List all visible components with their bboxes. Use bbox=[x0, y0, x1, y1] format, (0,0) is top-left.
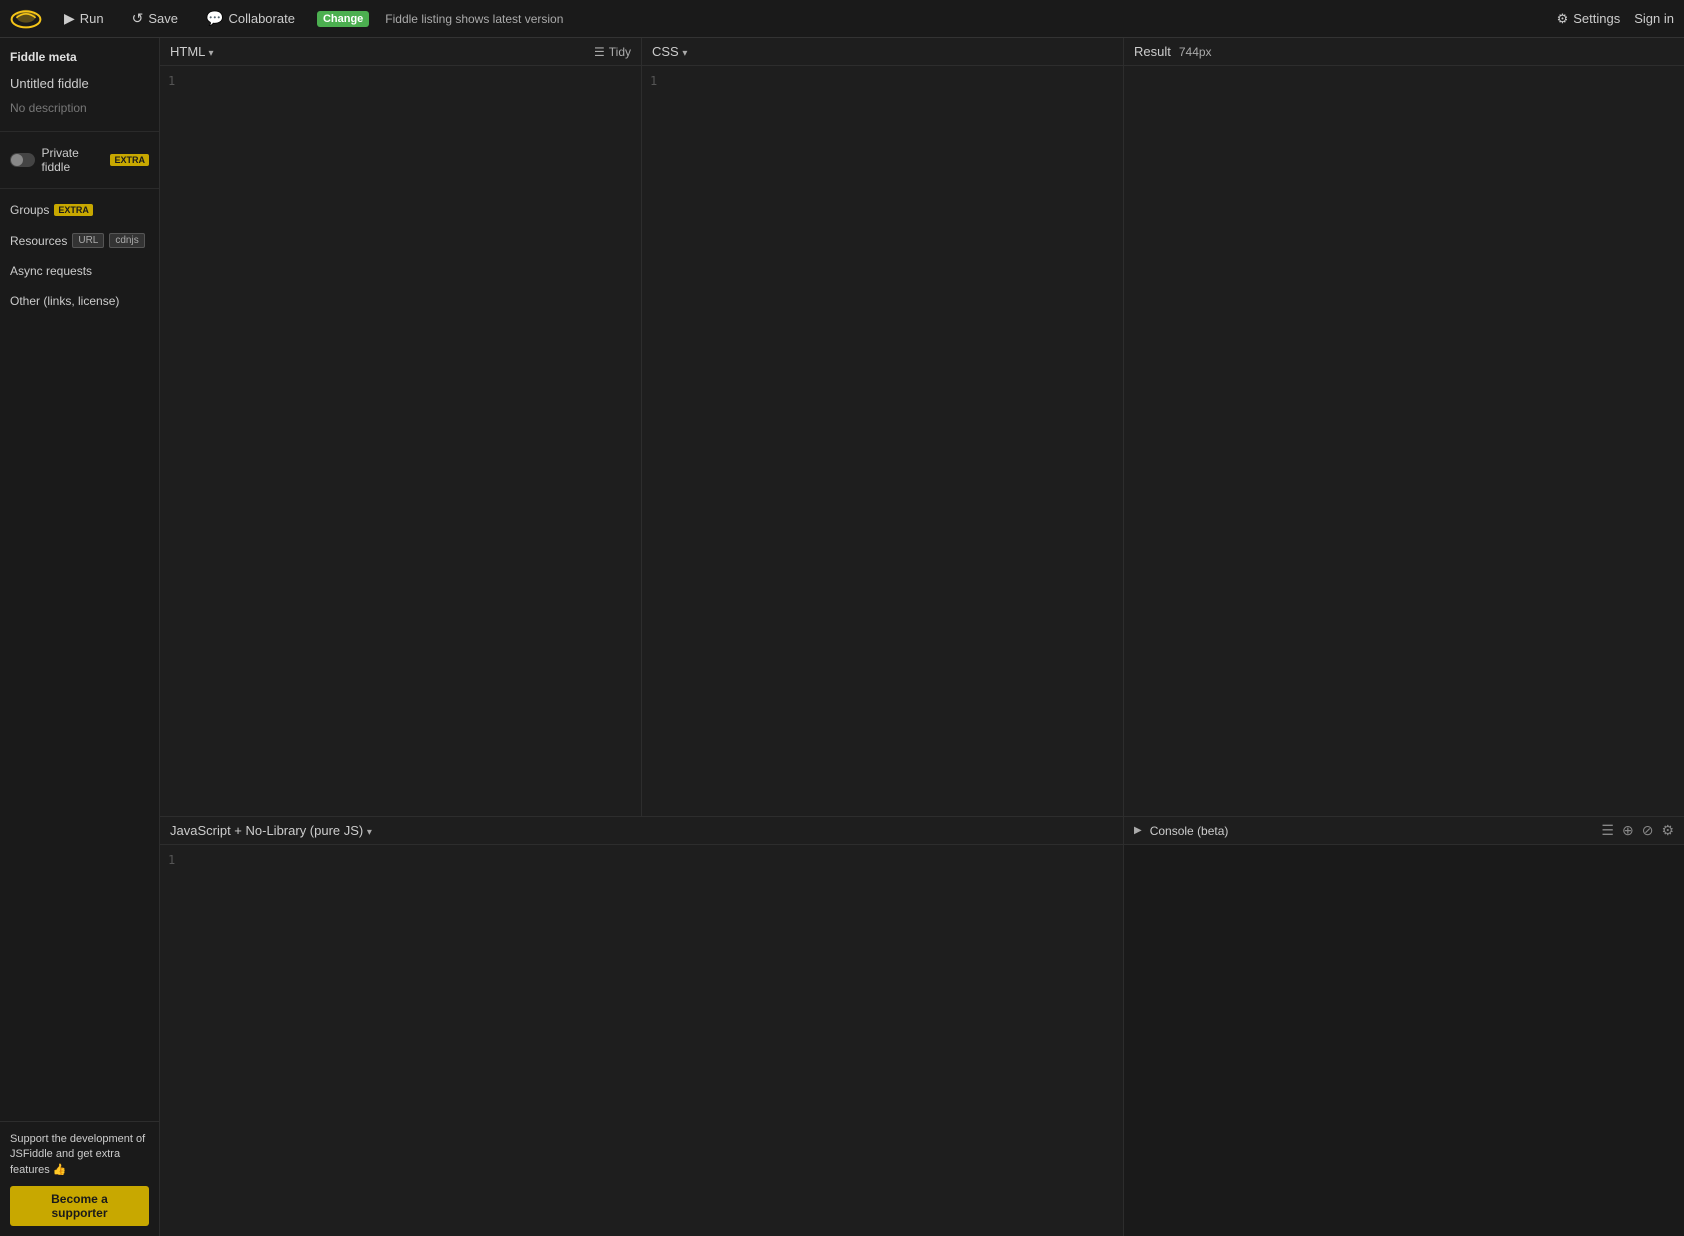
settings-button[interactable]: ⚙ Settings bbox=[1557, 11, 1621, 27]
content-area: HTML ▾ ☰ Tidy 1 CSS ▾ bbox=[160, 38, 1684, 1236]
html-panel-title[interactable]: HTML ▾ bbox=[170, 44, 214, 59]
top-navigation: ▶ Run ↺ Save 💬 Collaborate Change Fiddle… bbox=[0, 0, 1684, 38]
css-panel-header: CSS ▾ bbox=[642, 38, 1123, 66]
html-dropdown-arrow: ▾ bbox=[209, 48, 214, 59]
collaborate-icon: 💬 bbox=[206, 10, 223, 27]
result-content[interactable] bbox=[1124, 66, 1684, 816]
fiddle-title[interactable]: Untitled fiddle bbox=[0, 70, 159, 97]
change-badge: Change bbox=[317, 11, 369, 27]
sidebar-divider-1 bbox=[0, 131, 159, 132]
change-description: Fiddle listing shows latest version bbox=[385, 12, 563, 26]
js-line-number: 1 bbox=[168, 853, 175, 867]
bottom-panels: JavaScript + No-Library (pure JS) ▾ 1 ▶ … bbox=[160, 816, 1684, 1236]
collaborate-button[interactable]: 💬 Collaborate bbox=[200, 6, 301, 31]
css-panel: CSS ▾ 1 bbox=[642, 38, 1124, 816]
nav-right: ⚙ Settings Sign in bbox=[1557, 11, 1674, 27]
private-fiddle-label: Private fiddle bbox=[41, 146, 104, 174]
js-dropdown-arrow: ▾ bbox=[367, 827, 372, 838]
console-filter-icon[interactable]: ☰ bbox=[1601, 822, 1614, 839]
result-header: Result 744px bbox=[1124, 38, 1684, 66]
html-line-number: 1 bbox=[168, 74, 175, 88]
sidebar-async[interactable]: Async requests bbox=[0, 256, 159, 286]
result-title: Result bbox=[1134, 44, 1171, 59]
html-tidy-button[interactable]: ☰ Tidy bbox=[594, 45, 631, 59]
css-dropdown-arrow: ▾ bbox=[682, 48, 687, 59]
css-line-number: 1 bbox=[650, 74, 657, 88]
console-panel: ▶ Console (beta) ☰ ⊕ ⊘ ⚙ bbox=[1124, 817, 1684, 1236]
tidy-label: Tidy bbox=[609, 45, 631, 59]
run-button[interactable]: ▶ Run bbox=[58, 6, 110, 31]
console-content bbox=[1124, 845, 1684, 1236]
result-panel: Result 744px bbox=[1124, 38, 1684, 816]
settings-label: Settings bbox=[1573, 11, 1620, 26]
fiddle-meta-title: Fiddle meta bbox=[0, 38, 159, 70]
css-editor-content[interactable]: 1 bbox=[642, 66, 1123, 816]
private-fiddle-toggle[interactable] bbox=[10, 153, 35, 167]
save-button[interactable]: ↺ Save bbox=[126, 6, 184, 31]
async-label: Async requests bbox=[10, 264, 92, 278]
cdnjs-badge: cdnjs bbox=[109, 233, 144, 248]
sidebar-divider-2 bbox=[0, 188, 159, 189]
groups-extra-badge: EXTRA bbox=[54, 204, 93, 216]
save-icon: ↺ bbox=[132, 10, 144, 27]
settings-icon: ⚙ bbox=[1557, 11, 1569, 27]
js-editor-content[interactable]: 1 bbox=[160, 845, 1123, 1236]
sidebar-groups[interactable]: Groups EXTRA bbox=[0, 195, 159, 225]
private-fiddle-row: Private fiddle EXTRA bbox=[0, 138, 159, 182]
html-panel: HTML ▾ ☰ Tidy 1 bbox=[160, 38, 642, 816]
resources-label: Resources bbox=[10, 234, 67, 248]
console-copy-icon[interactable]: ⊕ bbox=[1622, 822, 1634, 839]
run-icon: ▶ bbox=[64, 10, 75, 27]
console-toggle-arrow[interactable]: ▶ bbox=[1134, 825, 1142, 836]
js-panel: JavaScript + No-Library (pure JS) ▾ 1 bbox=[160, 817, 1124, 1236]
console-icons: ☰ ⊕ ⊘ ⚙ bbox=[1601, 822, 1674, 839]
sidebar-resources[interactable]: Resources URL cdnjs bbox=[0, 225, 159, 256]
sidebar: Fiddle meta Untitled fiddle No descripti… bbox=[0, 38, 160, 1236]
groups-label: Groups bbox=[10, 203, 49, 217]
css-title-text: CSS bbox=[652, 44, 679, 59]
result-size: 744px bbox=[1179, 45, 1212, 59]
save-label: Save bbox=[148, 11, 178, 26]
js-panel-header: JavaScript + No-Library (pure JS) ▾ bbox=[160, 817, 1123, 845]
top-panels: HTML ▾ ☰ Tidy 1 CSS ▾ bbox=[160, 38, 1684, 816]
console-clear-icon[interactable]: ⊘ bbox=[1642, 822, 1654, 839]
js-title-text: JavaScript + No-Library (pure JS) bbox=[170, 823, 363, 838]
css-panel-title[interactable]: CSS ▾ bbox=[652, 44, 687, 59]
console-title: Console (beta) bbox=[1150, 824, 1229, 838]
html-title-text: HTML bbox=[170, 44, 205, 59]
url-badge: URL bbox=[72, 233, 104, 248]
tidy-lines-icon: ☰ bbox=[594, 45, 605, 59]
run-label: Run bbox=[80, 11, 104, 26]
signin-label: Sign in bbox=[1634, 11, 1674, 26]
private-extra-badge: EXTRA bbox=[110, 154, 149, 166]
logo[interactable] bbox=[10, 1, 42, 36]
console-settings-icon[interactable]: ⚙ bbox=[1661, 822, 1674, 839]
sidebar-other[interactable]: Other (links, license) bbox=[0, 286, 159, 316]
html-editor-content[interactable]: 1 bbox=[160, 66, 641, 816]
other-label: Other (links, license) bbox=[10, 294, 119, 308]
main-layout: Fiddle meta Untitled fiddle No descripti… bbox=[0, 38, 1684, 1236]
fiddle-description[interactable]: No description bbox=[0, 97, 159, 125]
js-panel-title[interactable]: JavaScript + No-Library (pure JS) ▾ bbox=[170, 823, 372, 838]
collaborate-label: Collaborate bbox=[228, 11, 295, 26]
signin-button[interactable]: Sign in bbox=[1634, 11, 1674, 26]
console-header: ▶ Console (beta) ☰ ⊕ ⊘ ⚙ bbox=[1124, 817, 1684, 845]
html-panel-header: HTML ▾ ☰ Tidy bbox=[160, 38, 641, 66]
become-supporter-button[interactable]: Become a supporter bbox=[10, 1186, 149, 1226]
support-text: Support the development of JSFiddle and … bbox=[10, 1132, 149, 1178]
sidebar-bottom: Support the development of JSFiddle and … bbox=[0, 1121, 159, 1236]
